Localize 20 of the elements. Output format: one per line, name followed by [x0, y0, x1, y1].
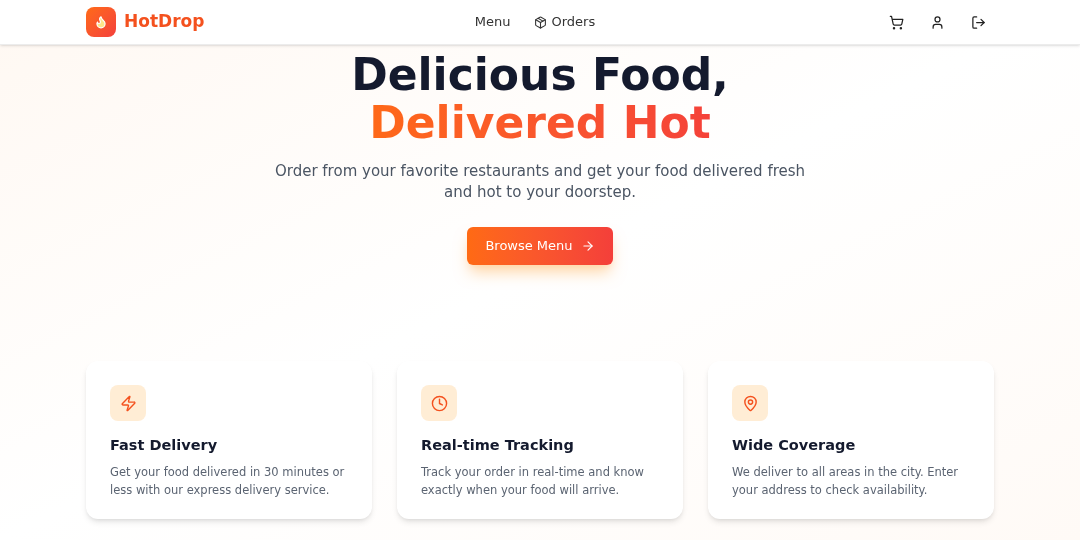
feature-description: We deliver to all areas in the city. Enter your address to check availability.	[732, 463, 960, 499]
nav-link[interactable]: Orders	[534, 12, 596, 32]
bolt-icon	[110, 385, 146, 421]
nav-link[interactable]: Menu	[474, 12, 511, 32]
feature-title: Wide Coverage	[732, 436, 857, 455]
package-icon	[534, 15, 548, 29]
hero-title: Delicious Food,	[351, 51, 729, 99]
feature-description: Track your order in real-time and know exactly when your food will arrive.	[421, 463, 645, 499]
map-pin-icon	[732, 385, 768, 421]
clock-icon	[421, 385, 457, 421]
user-icon	[930, 14, 945, 30]
feature-title: Real-time Tracking	[421, 436, 575, 455]
feature-title: Fast Delivery	[110, 436, 219, 455]
logout-icon	[971, 14, 986, 30]
feature-description: Get your food delivered in 30 minutes or less with our express delivery service.	[110, 463, 346, 499]
arrow-right-icon	[580, 239, 595, 253]
brand-name: HotDrop	[124, 10, 205, 34]
hero-subtitle: Order from your favorite restaurants and get your food delivered fresh and hot to your doorstep.	[273, 161, 807, 203]
flame-logo-icon	[86, 7, 116, 37]
cart-icon	[889, 14, 904, 30]
